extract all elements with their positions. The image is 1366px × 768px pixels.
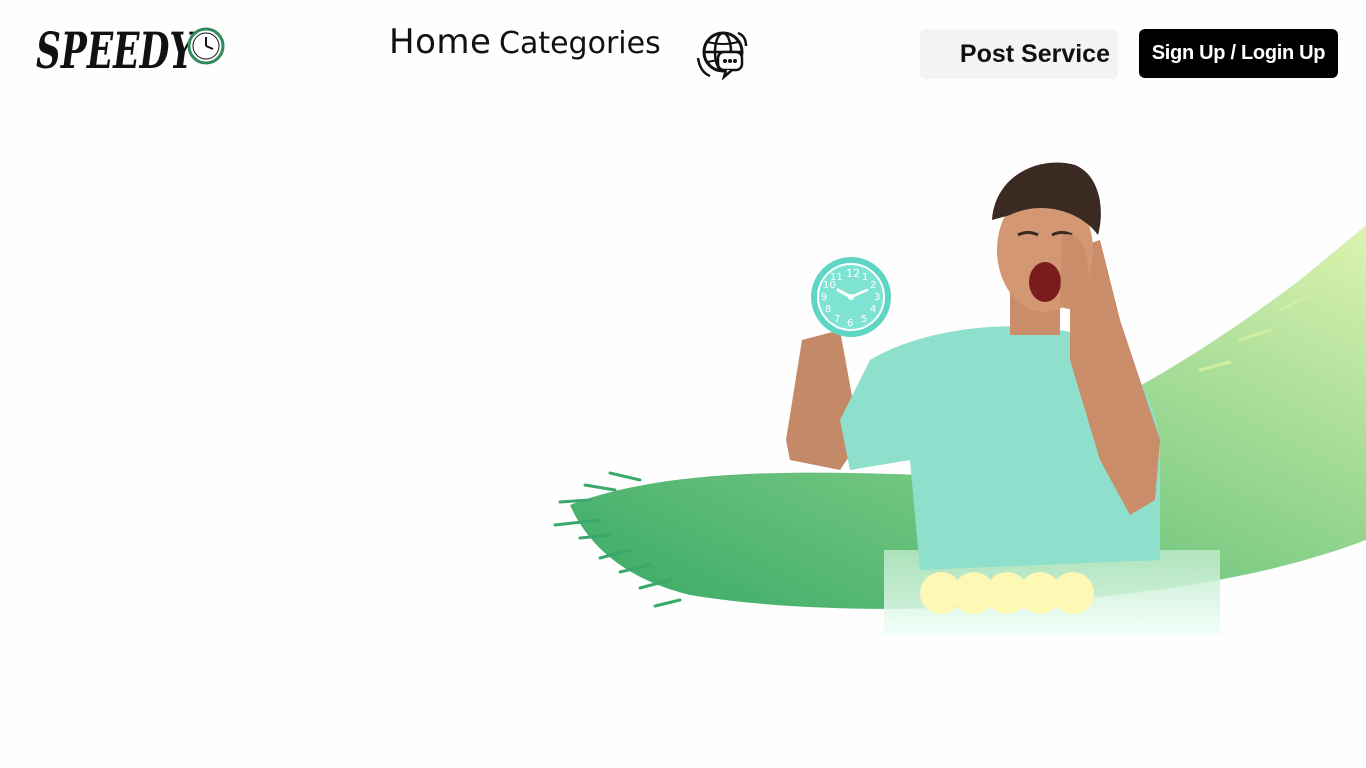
clock-number: 7 xyxy=(834,314,840,325)
clock-number: 8 xyxy=(825,304,831,315)
signup-login-button[interactable]: Sign Up / Login Up xyxy=(1139,29,1338,78)
speedy-logo[interactable]: SPEEDY xyxy=(34,8,230,80)
nav-categories-link[interactable]: Categories xyxy=(499,26,661,61)
hero-illustration: 12 1 2 3 4 5 6 7 8 9 10 11 xyxy=(553,162,1366,635)
post-service-button[interactable]: Post Service xyxy=(920,29,1118,79)
rating-dot xyxy=(1052,572,1094,614)
logo-text: SPEEDY xyxy=(36,21,197,80)
clock-number: 3 xyxy=(874,292,880,303)
clock-number: 5 xyxy=(861,314,867,325)
rating-dots xyxy=(920,572,1094,614)
clock-number: 12 xyxy=(846,267,860,280)
globe-chat-icon[interactable] xyxy=(694,28,752,80)
clock-number: 11 xyxy=(830,272,843,283)
logo-clock-icon xyxy=(187,27,225,65)
nav-home-link[interactable]: Home xyxy=(389,22,491,62)
clock-number: 4 xyxy=(870,304,876,315)
clock-number: 6 xyxy=(847,318,853,329)
alarm-clock-icon: 12 1 2 3 4 5 6 7 8 9 10 11 xyxy=(811,257,891,337)
clock-number: 9 xyxy=(821,292,827,303)
clock-number: 1 xyxy=(862,272,868,283)
clock-number: 2 xyxy=(870,280,876,291)
